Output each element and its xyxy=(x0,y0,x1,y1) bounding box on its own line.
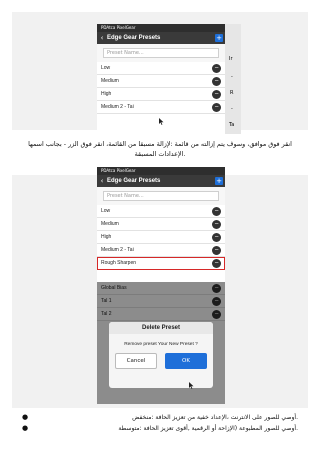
list-item[interactable]: High − xyxy=(97,88,225,101)
page-title: Edge Gear Presets xyxy=(107,178,161,184)
preset-name-input[interactable]: Preset Name... xyxy=(103,191,219,201)
bullet-list: .أوصي للصور على الانترنت ،الإعداد خفية م… xyxy=(22,412,298,434)
dialog-buttons: Cancel OK xyxy=(109,353,213,369)
back-icon[interactable]: ‹ xyxy=(97,34,107,42)
remove-icon[interactable]: − xyxy=(212,76,221,86)
cursor-icon xyxy=(159,118,164,125)
remove-icon[interactable]: − xyxy=(212,245,221,255)
list-item[interactable]: Medium − xyxy=(97,75,225,88)
list-item[interactable]: High − xyxy=(97,231,225,244)
search-row: Preset Name... xyxy=(97,44,225,62)
page-title: Edge Gear Presets xyxy=(107,35,161,41)
screenshot-preset-added: PDAtca PixelGear ‹ Edge Gear Presets + P… xyxy=(97,167,225,295)
instruction-line-2: .الإعدادات المسبقة xyxy=(134,150,186,158)
bullet-low: .أوصي للصور على الانترنت ،الإعداد خفية م… xyxy=(22,413,298,421)
ok-button[interactable]: OK xyxy=(165,353,207,369)
instruction-line-1: انقر فوق موافق، وسوف يتم إزالته من قائمة… xyxy=(28,140,292,148)
remove-icon[interactable]: − xyxy=(212,102,221,112)
screenshot-delete-dialog: Global Bias − Tal 1− Tal 2− Delete Preset… xyxy=(97,282,225,404)
title-bar: ‹ Edge Gear Presets + xyxy=(97,32,225,44)
remove-icon[interactable]: − xyxy=(212,219,221,229)
bullet-dot-icon: ● xyxy=(22,413,29,421)
title-bar: ‹ Edge Gear Presets + xyxy=(97,175,225,187)
search-row: Preset Name... xyxy=(97,187,225,205)
cursor-icon xyxy=(189,382,194,389)
list-item[interactable]: Medium 2 - Tai − xyxy=(97,244,225,257)
list-item-highlighted[interactable]: Rough Sharpen − xyxy=(97,257,225,270)
remove-icon[interactable]: − xyxy=(212,232,221,242)
list-item[interactable]: Low − xyxy=(97,62,225,75)
add-preset-button[interactable]: + xyxy=(215,34,223,42)
preset-list: Low − Medium − High − Medium 2 - Tai − xyxy=(97,62,225,114)
app-name-bar: PDAtca PixelGear xyxy=(97,24,225,32)
bullet-dot-icon: ● xyxy=(22,424,29,432)
preset-list: Low − Medium − High − Medium 2 - Tai − Rough… xyxy=(97,205,225,270)
list-item[interactable]: Low − xyxy=(97,205,225,218)
app-name-bar: PDAtca PixelGear xyxy=(97,167,225,175)
back-icon[interactable]: ‹ xyxy=(97,177,107,185)
dialog-message: Remove preset Your New Preset ? xyxy=(124,342,198,347)
dialog-title: Delete Preset xyxy=(109,322,213,334)
delete-preset-dialog: Delete Preset Remove preset Your New Pre… xyxy=(109,322,213,388)
side-panel-1: Ir - R - Ta xyxy=(225,24,241,134)
cancel-button[interactable]: Cancel xyxy=(115,353,157,369)
remove-icon[interactable]: − xyxy=(212,258,221,268)
preset-name-input[interactable]: Preset Name... xyxy=(103,48,219,58)
remove-icon[interactable]: − xyxy=(212,89,221,99)
bullet-medium: .أوصي للصور المطبوعة (الإزاحة أو الرقمية… xyxy=(22,424,298,432)
remove-icon[interactable]: − xyxy=(212,206,221,216)
remove-icon[interactable]: − xyxy=(212,63,221,73)
screenshot-preset-list: PDAtca PixelGear ‹ Edge Gear Presets + P… xyxy=(97,24,225,134)
add-preset-button[interactable]: + xyxy=(215,177,223,185)
list-item[interactable]: Medium − xyxy=(97,218,225,231)
list-item[interactable]: Medium 2 - Tai − xyxy=(97,101,225,114)
